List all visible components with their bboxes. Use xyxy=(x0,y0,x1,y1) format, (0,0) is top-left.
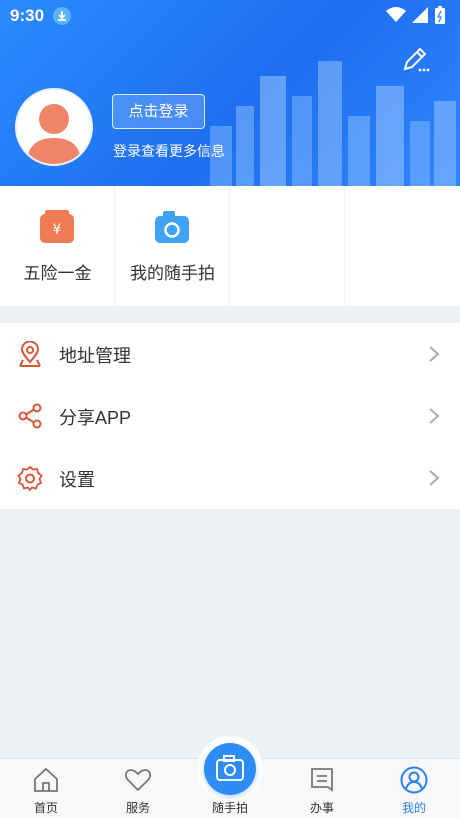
camera-fab-button[interactable] xyxy=(204,743,256,795)
login-subtitle: 登录查看更多信息 xyxy=(113,143,225,159)
document-icon xyxy=(311,768,333,792)
nav-label: 服务 xyxy=(125,801,150,815)
pencil-icon xyxy=(403,47,430,72)
menu-item-label: 设置 xyxy=(59,470,95,490)
wallet-yen-icon: ¥ xyxy=(40,210,74,243)
nav-item-services[interactable]: 服务 xyxy=(92,759,184,818)
profile-icon xyxy=(400,766,428,794)
quick-action-empty xyxy=(230,186,345,306)
nav-label: 办事 xyxy=(309,801,334,815)
status-bar: 9:30 xyxy=(0,0,460,32)
camera-icon xyxy=(216,755,244,781)
quick-action-label: 我的随手拍 xyxy=(130,264,215,283)
login-button[interactable]: 点击登录 xyxy=(112,94,205,129)
camera-icon xyxy=(155,211,189,243)
heart-icon xyxy=(124,769,152,792)
nav-label: 我的 xyxy=(401,801,426,815)
gear-icon xyxy=(17,465,43,491)
signal-icon xyxy=(412,7,428,23)
chevron-right-icon xyxy=(429,346,440,362)
home-icon xyxy=(34,767,58,792)
quick-action-empty xyxy=(345,186,460,306)
status-time: 9:30 xyxy=(10,6,45,25)
nav-item-home[interactable]: 首页 xyxy=(0,759,92,818)
menu-item-settings[interactable]: 设置 xyxy=(0,447,460,509)
nav-item-mine[interactable]: 我的 xyxy=(368,759,460,818)
edit-profile-button[interactable] xyxy=(400,44,430,74)
chevron-right-icon xyxy=(429,470,440,486)
menu-item-address[interactable]: 地址管理 xyxy=(0,323,460,385)
profile-header: 9:30 点击登录 登录查看更多信息 xyxy=(0,0,460,186)
status-icons xyxy=(386,6,446,24)
quick-action-label: 五险一金 xyxy=(23,264,92,283)
nav-label: 首页 xyxy=(33,801,58,815)
share-icon xyxy=(18,403,42,429)
wifi-icon xyxy=(386,7,406,22)
location-pin-icon xyxy=(19,341,41,367)
quick-action-insurance-fund[interactable]: ¥ 五险一金 xyxy=(0,186,115,306)
menu-item-label: 分享APP xyxy=(59,408,132,428)
chevron-right-icon xyxy=(429,408,440,424)
menu-item-share-app[interactable]: 分享APP xyxy=(0,385,460,447)
quick-actions: ¥ 五险一金 我的随手拍 xyxy=(0,186,460,306)
settings-menu: 地址管理 分享APP 设置 xyxy=(0,323,460,509)
battery-icon xyxy=(435,6,445,24)
svg-text:¥: ¥ xyxy=(53,222,62,238)
nav-item-affairs[interactable]: 办事 xyxy=(276,759,368,818)
menu-item-label: 地址管理 xyxy=(59,346,131,366)
download-icon xyxy=(53,7,71,25)
user-avatar-icon xyxy=(27,104,81,164)
avatar[interactable] xyxy=(15,88,93,166)
quick-action-my-snapshots[interactable]: 我的随手拍 xyxy=(115,186,230,306)
